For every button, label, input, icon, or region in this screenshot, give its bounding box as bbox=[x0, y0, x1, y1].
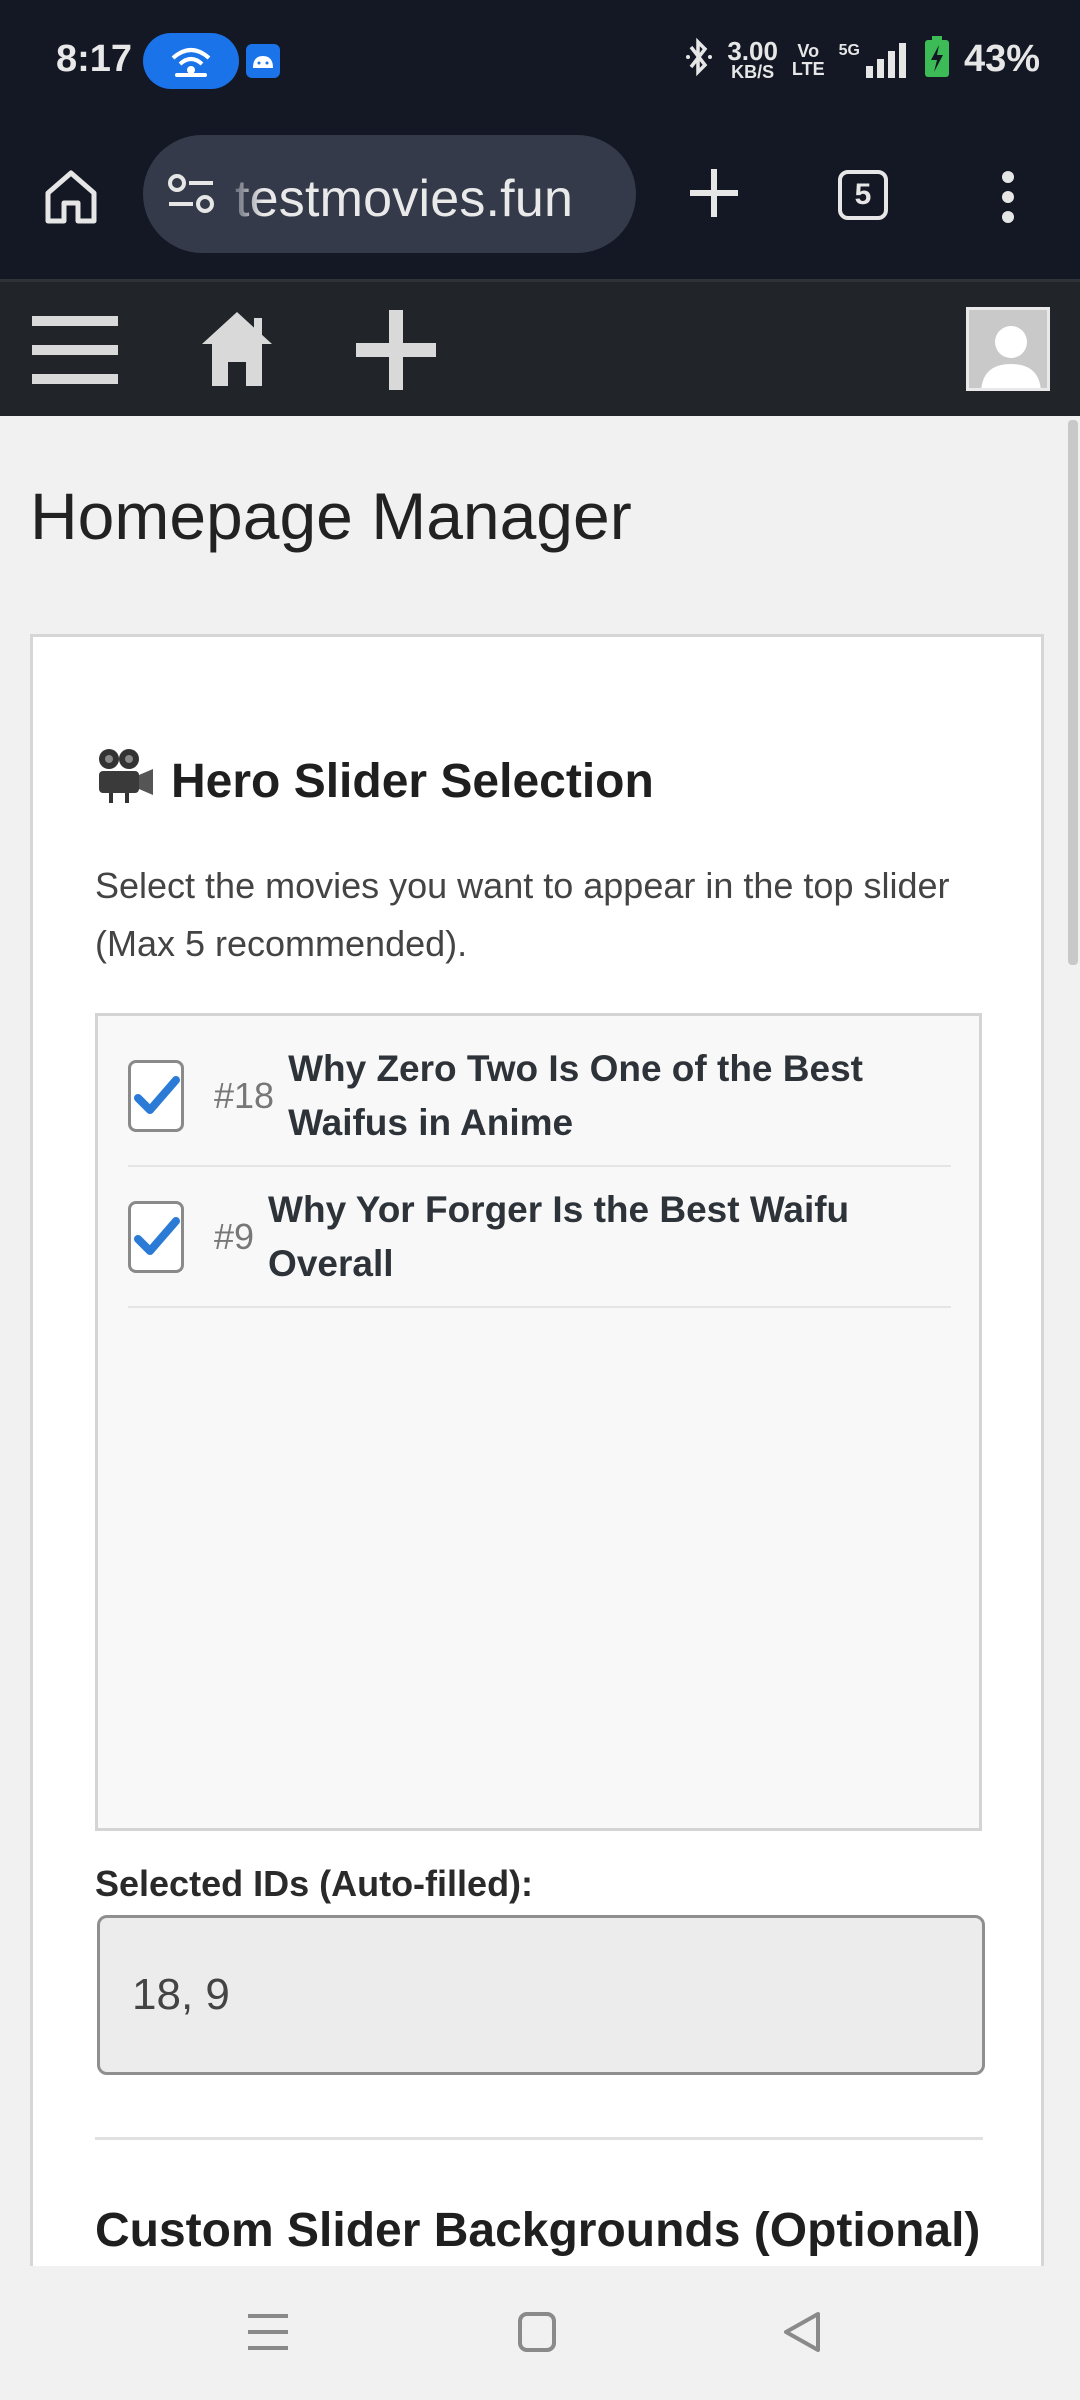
signal-icon: 5G bbox=[839, 42, 910, 78]
movie-checkbox[interactable] bbox=[128, 1200, 184, 1273]
url-text: testmovies.fun bbox=[235, 170, 574, 228]
browser-home-icon[interactable] bbox=[40, 165, 102, 232]
hero-slider-heading: Hero Slider Selection bbox=[95, 747, 654, 815]
movie-title: Why Yor Forger Is the Best Waifu Overall bbox=[268, 1188, 850, 1284]
new-tab-icon[interactable] bbox=[686, 165, 742, 226]
movie-id: #9 bbox=[214, 1215, 255, 1257]
net-speed: 3.00 KB/S bbox=[727, 35, 778, 82]
volte-indicator: Vo LTE bbox=[791, 40, 825, 79]
selected-ids-field[interactable] bbox=[97, 1915, 985, 2075]
checkmark-icon bbox=[134, 1075, 180, 1114]
recents-icon[interactable] bbox=[248, 2310, 288, 2359]
site-navbar bbox=[0, 279, 1080, 416]
list-item[interactable]: #18 Why Zero Two Is One of the Best Waif… bbox=[128, 1026, 951, 1167]
tab-switcher-button[interactable]: 5 bbox=[838, 170, 888, 220]
hero-slider-card: Hero Slider Selection Select the movies … bbox=[30, 634, 1044, 2274]
home-icon[interactable] bbox=[200, 310, 274, 393]
list-item[interactable]: #9 Why Yor Forger Is the Best Waifu Over… bbox=[128, 1167, 951, 1308]
custom-backgrounds-heading: Custom Slider Backgrounds (Optional) bbox=[95, 2204, 981, 2257]
plus-icon[interactable] bbox=[356, 310, 436, 395]
hotspot-icon bbox=[143, 33, 239, 89]
menu-icon[interactable] bbox=[32, 312, 118, 393]
status-time: 8:17 bbox=[56, 38, 133, 80]
divider bbox=[95, 2137, 983, 2140]
address-bar[interactable]: testmovies.fun bbox=[143, 135, 636, 253]
battery-percent: 43% bbox=[963, 38, 1040, 80]
page-title: Homepage Manager bbox=[30, 479, 632, 553]
movie-camera-icon bbox=[95, 747, 155, 815]
movie-selection-list[interactable]: #18 Why Zero Two Is One of the Best Waif… bbox=[95, 1013, 982, 1831]
movie-id: #18 bbox=[214, 1074, 275, 1116]
back-icon[interactable] bbox=[782, 2310, 822, 2359]
android-icon bbox=[246, 44, 280, 78]
movie-checkbox[interactable] bbox=[128, 1059, 184, 1132]
home-button-icon[interactable] bbox=[518, 2310, 556, 2359]
checkmark-icon bbox=[134, 1216, 180, 1255]
more-options-icon[interactable] bbox=[996, 167, 1020, 232]
browser-toolbar: testmovies.fun 5 bbox=[0, 125, 1080, 279]
system-navigation-bar bbox=[0, 2266, 1080, 2400]
bluetooth-icon bbox=[685, 37, 713, 82]
selected-ids-label: Selected IDs (Auto-filled): bbox=[95, 1863, 534, 1904]
site-settings-icon[interactable] bbox=[167, 173, 215, 220]
movie-title: Why Zero Two Is One of the Best Waifus i… bbox=[288, 1047, 863, 1143]
status-bar: 8:17 3.00 KB/S Vo LTE 5G 43% bbox=[0, 0, 1080, 125]
avatar[interactable] bbox=[966, 307, 1050, 391]
page-scrollbar[interactable] bbox=[1068, 420, 1078, 965]
hero-slider-description: Select the movies you want to appear in … bbox=[95, 865, 950, 964]
battery-charging-icon bbox=[924, 36, 950, 83]
